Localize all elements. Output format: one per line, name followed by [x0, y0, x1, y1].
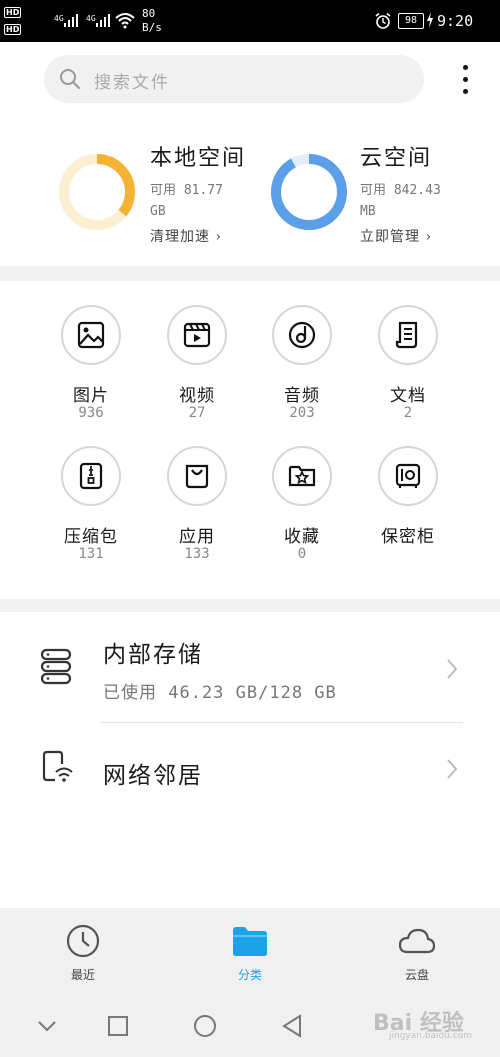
back-triangle-icon[interactable] [281, 1014, 303, 1038]
network-speed-value: 80 [142, 7, 156, 20]
category-images[interactable]: 图片 936 [46, 305, 136, 423]
category-label: 保密柜 [381, 527, 435, 547]
document-icon [395, 321, 418, 349]
network-neighborhood-title: 网络邻居 [103, 763, 203, 789]
category-label: 图片 [73, 386, 109, 406]
local-available-line: 可用 81.77 [150, 183, 223, 198]
cloud-available-line: 可用 842.43 [360, 183, 441, 198]
internal-storage-usage: 已使用 46.23 GB/128 GB [103, 683, 337, 703]
wifi-icon [115, 13, 135, 29]
search-icon [60, 69, 81, 90]
status-bar: HD HD 4G 4G 80 B/s 98 9:20 [0, 0, 500, 42]
safe-icon [395, 463, 421, 488]
phone-wifi-icon [42, 750, 73, 782]
recents-square-icon[interactable] [107, 1015, 129, 1037]
signal-icon [64, 14, 78, 27]
cloud-storage-available: 可用 842.43 MB [360, 180, 465, 222]
chevron-down-icon[interactable] [36, 1018, 58, 1034]
category-documents[interactable]: 文档 2 [363, 305, 453, 423]
category-label: 文档 [390, 386, 426, 406]
clock-time: 9:20 [437, 12, 474, 30]
category-count: 27 [188, 405, 206, 421]
nav-label: 云盘 [404, 968, 429, 982]
nav-recent[interactable]: 最近 [38, 924, 128, 983]
clean-accelerate-link[interactable]: 清理加速 › [150, 226, 222, 246]
category-apps[interactable]: 应用 133 [152, 446, 242, 564]
category-label: 收藏 [284, 527, 320, 547]
app-bag-icon [185, 464, 209, 489]
charging-icon [427, 12, 433, 28]
audio-icon [288, 321, 316, 349]
cloud-storage-title[interactable]: 云空间 [360, 140, 432, 172]
category-count: 203 [289, 405, 315, 421]
category-label: 压缩包 [64, 527, 118, 547]
baidu-watermark-logo: Bai 经验 jingyan.baidu.com [355, 1003, 495, 1043]
hd-badge: HD [4, 7, 22, 18]
category-count: 131 [78, 546, 104, 562]
folder-icon [233, 927, 267, 956]
category-videos[interactable]: 视频 27 [152, 305, 242, 423]
manage-now-link[interactable]: 立即管理 › [360, 226, 432, 246]
internal-storage-title: 内部存储 [103, 642, 203, 668]
local-storage-ring[interactable] [58, 153, 136, 231]
category-label: 音频 [284, 386, 320, 406]
search-placeholder: 搜索文件 [94, 73, 170, 93]
category-count: 936 [78, 405, 104, 421]
nav-label-active: 分类 [237, 968, 262, 982]
nav-cloud-drive[interactable]: 云盘 [372, 924, 462, 983]
cloud-icon [398, 928, 436, 954]
home-circle-icon[interactable] [193, 1014, 217, 1038]
search-bar[interactable]: 搜索文件 [44, 55, 424, 103]
internal-storage-row[interactable] [0, 625, 500, 720]
category-label: 视频 [179, 386, 215, 406]
cloud-available-unit: MB [360, 204, 376, 219]
category-archives[interactable]: 压缩包 131 [46, 446, 136, 564]
category-favorites[interactable]: 收藏 0 [257, 446, 347, 564]
clock-icon [66, 924, 100, 958]
favorite-folder-icon [288, 465, 316, 487]
local-storage-title[interactable]: 本地空间 [150, 140, 246, 172]
cloud-storage-ring[interactable] [270, 153, 348, 231]
video-icon [183, 322, 211, 348]
nav-categories[interactable]: 分类 [205, 924, 295, 983]
archive-icon [79, 462, 103, 490]
category-count [363, 546, 453, 564]
battery-level: 98 [398, 13, 424, 29]
chevron-right-icon [447, 659, 458, 679]
hd-badge: HD [4, 24, 22, 35]
signal-icon [96, 14, 110, 27]
category-safe[interactable]: 保密柜 [363, 446, 453, 564]
category-count: 133 [184, 546, 210, 562]
nav-label: 最近 [70, 968, 95, 982]
local-available-unit: GB [150, 204, 166, 219]
category-count: 0 [297, 546, 307, 562]
chevron-right-icon [447, 759, 458, 779]
category-audio[interactable]: 音频 203 [257, 305, 347, 423]
category-label: 应用 [179, 527, 215, 547]
local-storage-available: 可用 81.77 GB [150, 180, 255, 222]
network-neighborhood-row[interactable] [0, 724, 500, 814]
server-icon [40, 648, 72, 685]
image-icon [77, 321, 105, 349]
network-speed-unit: B/s [142, 21, 162, 34]
watermark-subtext: jingyan.baidu.com [389, 1031, 473, 1041]
category-count: 2 [403, 405, 413, 421]
alarm-icon [375, 12, 391, 29]
more-menu-icon[interactable] [455, 60, 475, 100]
divider [100, 722, 463, 723]
